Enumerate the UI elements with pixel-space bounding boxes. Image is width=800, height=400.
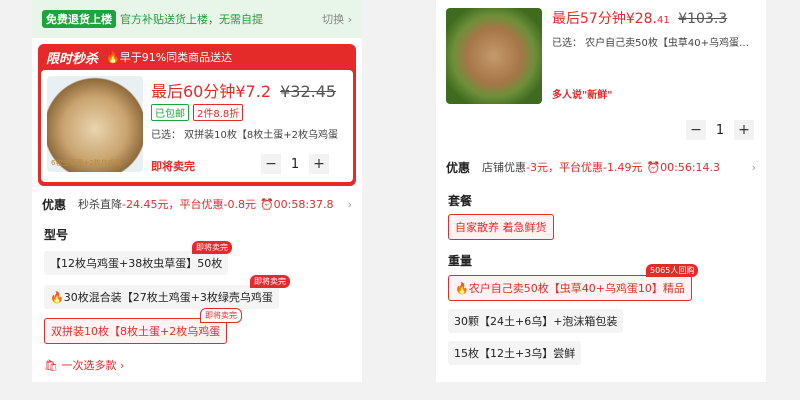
price: ¥7.2 — [235, 82, 271, 101]
old-price: ¥103.3 — [678, 11, 728, 27]
model-title: 型号 — [44, 228, 69, 242]
switch-link[interactable]: 切换 › — [322, 11, 352, 27]
right-panel: 最后57分钟¥28.41 ¥103.3 已选： 农户自己卖50枚【虫草40+乌鸡… — [436, 0, 766, 382]
minus-button[interactable]: − — [686, 120, 706, 140]
countdown-timer: ⏰00:56:14.3 — [646, 160, 721, 174]
countdown-timer: ⏰00:58:37.8 — [259, 197, 334, 211]
quantity-value[interactable]: 1 — [706, 123, 734, 138]
option-3-tag: 即将卖完 — [200, 308, 242, 323]
selling-out-label: 即将卖完 — [151, 160, 195, 173]
flash-sale-card: 限时秒杀 🔥 早于91%同类商品送达 6枚虫草蛋+2枚乌鸡蛋 最后60分钟¥7.… — [38, 44, 356, 186]
repurchase-tag: 5065人回购 — [646, 264, 699, 277]
chevron-right-icon[interactable]: › — [348, 198, 352, 211]
plus-button[interactable]: + — [734, 120, 754, 140]
price-prefix: 最后60分钟 — [151, 82, 236, 101]
flash-sale-label: 限时秒杀 — [46, 51, 99, 67]
free-return-tag: 免费退货上楼 — [42, 10, 116, 28]
minus-button[interactable]: − — [261, 154, 281, 174]
quantity-stepper: − 1 + — [261, 154, 329, 174]
direct-amount: -24.45元， — [122, 198, 180, 211]
option-2-tag: 即将卖完 — [250, 275, 290, 288]
left-panel: 免费退货上楼 官方补贴送货上楼，无需自提 切换 › 限时秒杀 🔥 早于91%同类… — [32, 0, 362, 382]
selected-variant: 已选： 双拼装10枚【8枚土蛋+2枚乌鸡蛋 — [151, 130, 339, 141]
weight-title: 重量 — [448, 254, 473, 268]
price-line: 最后57分钟¥28.41 ¥103.3 — [552, 8, 727, 28]
quantity-value[interactable]: 1 — [281, 157, 309, 172]
set-title: 套餐 — [448, 194, 473, 208]
quantity-stepper: − 1 + — [686, 120, 754, 140]
selected-variant: 已选： 农户自己卖50枚【虫草40+乌鸡蛋… — [552, 38, 750, 49]
price-decimal: 41 — [657, 15, 670, 26]
direct-label: 秒杀直降 — [78, 198, 123, 211]
banner-text: 官方补贴送货上楼，无需自提 — [120, 13, 263, 26]
price-line: 最后60分钟¥7.2 ¥32.45 — [151, 78, 336, 102]
image-caption: 6枚虫草蛋+2枚乌鸡蛋 — [51, 159, 122, 167]
free-shipping-badge: 已包邮 — [151, 104, 189, 121]
discount-row[interactable]: 优惠 秒杀直降 -24.45元， 平台优惠-0.8元 ⏰00:58:37.8 › — [32, 193, 362, 215]
product-image[interactable]: 6枚虫草蛋+2枚乌鸡蛋 — [47, 76, 143, 172]
weight-option-1-selected[interactable]: 🔥农户自己卖50枚【虫草40+乌鸡蛋10】精品 — [448, 275, 692, 301]
discount-row[interactable]: 优惠 店铺优惠 -3元， 平台优惠-1.49元 ⏰00:56:14.3 › — [436, 156, 766, 178]
price: ¥28. — [625, 11, 657, 27]
fire-icon: 🔥 — [106, 50, 120, 64]
delivery-note: 早于91%同类商品送达 — [119, 51, 233, 64]
chevron-right-icon[interactable]: › — [752, 161, 756, 174]
product-image[interactable] — [446, 8, 542, 104]
model-option-2[interactable]: 🔥30枚混合装【27枚土鸡蛋+3枚绿壳乌鸡蛋 — [44, 285, 279, 309]
discount-title: 优惠 — [446, 160, 471, 175]
set-option-selected[interactable]: 自家散养 着急鲜货 — [448, 214, 554, 240]
multi-select-link[interactable]: 🛍 一次选多款 › — [44, 357, 124, 373]
weight-option-3[interactable]: 15枚【12土+3乌】尝鲜 — [448, 341, 582, 365]
shop-discount-amount: -3元， — [526, 161, 559, 174]
shop-discount-label: 店铺优惠 — [482, 161, 527, 174]
fresh-review-label: 多人说"新鲜" — [552, 90, 613, 101]
option-1-tag: 即将卖完 — [192, 241, 232, 254]
free-return-banner: 免费退货上楼 官方补贴送货上楼，无需自提 切换 › — [32, 0, 362, 38]
model-option-1[interactable]: 【12枚乌鸡蛋+38枚虫草蛋】50枚 — [44, 251, 229, 275]
plus-button[interactable]: + — [309, 154, 329, 174]
platform-discount: 平台优惠-0.8元 — [179, 198, 256, 211]
price-prefix: 最后57分钟 — [552, 11, 626, 27]
platform-discount: 平台优惠-1.49元 — [558, 161, 643, 174]
old-price: ¥32.45 — [280, 82, 337, 101]
weight-option-2[interactable]: 30颗【24土+6乌】+泡沫箱包装 — [448, 309, 624, 333]
discount-badge: 2件8.8折 — [193, 104, 244, 121]
discount-title: 优惠 — [42, 197, 67, 212]
